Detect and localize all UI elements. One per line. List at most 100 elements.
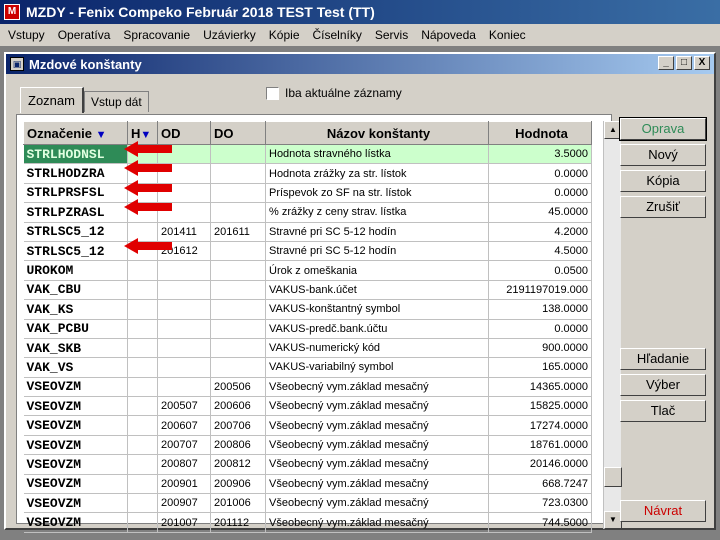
table-row[interactable]: VAK_VS VAKUS-variabilný symbol 165.0000 (23, 357, 592, 378)
cell-hodnota: 0.0000 (488, 319, 592, 339)
cell-oznacenie: UROKOM (23, 260, 128, 281)
table-row[interactable]: STRLSC5_12 201411 201611 Stravné pri SC 5-1… (23, 222, 592, 242)
cell-do: 200506 (210, 377, 266, 398)
cell-h (127, 415, 158, 436)
novy-button[interactable]: Nový (620, 144, 706, 166)
cell-nazov: VAKUS-predč.bank.účtu (265, 319, 489, 339)
cell-od: 200507 (157, 396, 211, 417)
cell-do (210, 241, 266, 262)
cell-nazov: Všeobecný vym.základ mesačný (265, 415, 489, 436)
table-row[interactable]: VSEOVZM 200901 200906 Všeobecný vym.základ … (23, 474, 592, 495)
cell-od (157, 357, 211, 378)
table-row[interactable]: VSEOVZM 200807 200812 Všeobecný vym.základ … (23, 454, 592, 475)
cell-do: 200812 (210, 454, 266, 475)
vertical-scrollbar[interactable]: ▲ ▼ (603, 121, 622, 529)
zrusit-button[interactable]: Zrušiť (620, 196, 706, 218)
table-row[interactable]: VAK_SKB VAKUS-numerický kód 900.0000 (23, 338, 592, 359)
table-row[interactable]: VAK_CBU VAKUS-bank.účet 2191197019.000 (23, 280, 592, 301)
cell-hodnota: 20146.0000 (488, 454, 592, 475)
constants-grid: Označenie ▼ H▼ OD DO Názov konštanty Hod… (16, 114, 622, 533)
tab-zoznam[interactable]: Zoznam (20, 87, 84, 113)
child-window-titlebar[interactable]: ▣ Mzdové konštanty _ □ X (6, 54, 714, 74)
tab-vstup-dat[interactable]: Vstup dát (83, 91, 149, 112)
menu-kopie[interactable]: Kópie (263, 28, 307, 42)
cell-oznacenie: STRLHODNSL (23, 144, 128, 165)
header-hodnota[interactable]: Hodnota (488, 121, 592, 145)
cell-hodnota: 4.2000 (488, 222, 592, 242)
hladanie-button[interactable]: Hľadanie (620, 348, 706, 370)
cell-do: 200806 (210, 435, 266, 456)
cell-h (127, 396, 158, 417)
table-row[interactable]: STRLHODNSL Hodnota stravného lístka 3.5000 (23, 144, 592, 165)
cell-do (210, 183, 266, 204)
cell-oznacenie: VAK_CBU (23, 280, 128, 301)
maximize-button[interactable]: □ (676, 56, 692, 70)
cell-oznacenie: VAK_PCBU (23, 319, 128, 339)
cell-oznacenie: VAK_VS (23, 357, 128, 378)
cell-oznacenie: VSEOVZM (23, 396, 128, 417)
table-row[interactable]: VSEOVZM 200507 200606 Všeobecný vym.základ … (23, 396, 592, 417)
cell-oznacenie: VAK_SKB (23, 338, 128, 359)
cell-h (127, 493, 158, 514)
window-controls: _ □ X (658, 56, 710, 70)
cell-hodnota: 900.0000 (488, 338, 592, 359)
table-row[interactable]: VAK_KS VAKUS-konštantný symbol 138.0000 (23, 299, 592, 320)
red-arrow-icon (124, 238, 172, 254)
table-row[interactable]: STRLSC5_12 201612 Stravné pri SC 5-12 hodí… (23, 241, 592, 262)
vyber-button[interactable]: Výber (620, 374, 706, 396)
menu-uzavierky[interactable]: Uzávierky (197, 28, 263, 42)
scroll-thumb[interactable] (604, 467, 622, 487)
cell-oznacenie: VSEOVZM (23, 493, 128, 514)
table-row[interactable]: VSEOVZM 200506 Všeobecný vym.základ mesačn… (23, 377, 592, 398)
table-row[interactable]: VSEOVZM 200607 200706 Všeobecný vym.základ … (23, 415, 592, 436)
menu-vstupy[interactable]: Vstupy (2, 28, 52, 42)
cell-do (210, 299, 266, 320)
cell-hodnota: 723.0300 (488, 493, 592, 514)
sort-desc-icon: ▼ (95, 128, 107, 141)
red-arrow-icon (124, 180, 172, 196)
table-row[interactable]: VSEOVZM 200907 201006 Všeobecný vym.základ … (23, 493, 592, 514)
cell-od (157, 377, 211, 398)
header-oznacenie[interactable]: Označenie ▼ (23, 121, 128, 145)
table-row[interactable]: VSEOVZM 200707 200806 Všeobecný vym.základ … (23, 435, 592, 456)
cell-oznacenie: STRLHODZRA (23, 163, 128, 184)
menu-napoveda[interactable]: Nápoveda (415, 28, 483, 42)
table-row[interactable]: VAK_PCBU VAKUS-predč.bank.účtu 0.0000 (23, 319, 592, 339)
cell-h (127, 435, 158, 456)
minimize-button[interactable]: _ (658, 56, 674, 70)
menu-koniec[interactable]: Koniec (483, 28, 533, 42)
cell-od (157, 338, 211, 359)
header-do[interactable]: DO (210, 121, 266, 145)
cell-hodnota: 744.5000 (488, 512, 592, 533)
table-row[interactable]: STRLPZRASL % zrážky z ceny strav. lístka 4… (23, 202, 592, 223)
cell-nazov: VAKUS-bank.účet (265, 280, 489, 301)
kopia-button[interactable]: Kópia (620, 170, 706, 192)
cell-do (210, 319, 266, 339)
close-button[interactable]: X (694, 56, 710, 70)
menu-ciselniky[interactable]: Číselníky (307, 28, 369, 42)
cell-nazov: Hodnota stravného lístka (265, 144, 489, 165)
table-row[interactable]: STRLHODZRA Hodnota zrážky za str. lístok 0… (23, 163, 592, 184)
checkbox-icon[interactable] (266, 86, 279, 100)
filter-current-records[interactable]: Iba aktuálne záznamy (266, 86, 402, 100)
menu-servis[interactable]: Servis (369, 28, 415, 42)
app-title: MZDY - Fenix Compeko Február 2018 TEST T… (26, 4, 375, 20)
header-nazov[interactable]: Názov konštanty (265, 121, 489, 145)
menubar: Vstupy Operatíva Spracovanie Uzávierky K… (0, 24, 720, 46)
cell-do (210, 144, 266, 165)
table-row[interactable]: VSEOVZM 201007 201112 Všeobecný vym.základ … (23, 512, 592, 533)
table-row[interactable]: STRLPRSFSL Príspevok zo SF na str. lístok… (23, 183, 592, 204)
table-row[interactable]: UROKOM Úrok z omeškania 0.0500 (23, 260, 592, 281)
cell-nazov: Všeobecný vym.základ mesačný (265, 512, 489, 533)
navrat-button[interactable]: Návrat (620, 500, 706, 522)
cell-hodnota: 17274.0000 (488, 415, 592, 436)
constants-table: Označenie ▼ H▼ OD DO Názov konštanty Hod… (23, 121, 592, 533)
oprava-button[interactable]: Oprava (619, 117, 707, 141)
menu-spracovanie[interactable]: Spracovanie (117, 28, 197, 42)
cell-oznacenie: VSEOVZM (23, 454, 128, 475)
tab-strip: Zoznam Vstup dát (20, 86, 149, 113)
cell-hodnota: 0.0000 (488, 163, 592, 184)
menu-operativa[interactable]: Operatíva (52, 28, 118, 42)
cell-do: 201006 (210, 493, 266, 514)
tlac-button[interactable]: Tlač (620, 400, 706, 422)
